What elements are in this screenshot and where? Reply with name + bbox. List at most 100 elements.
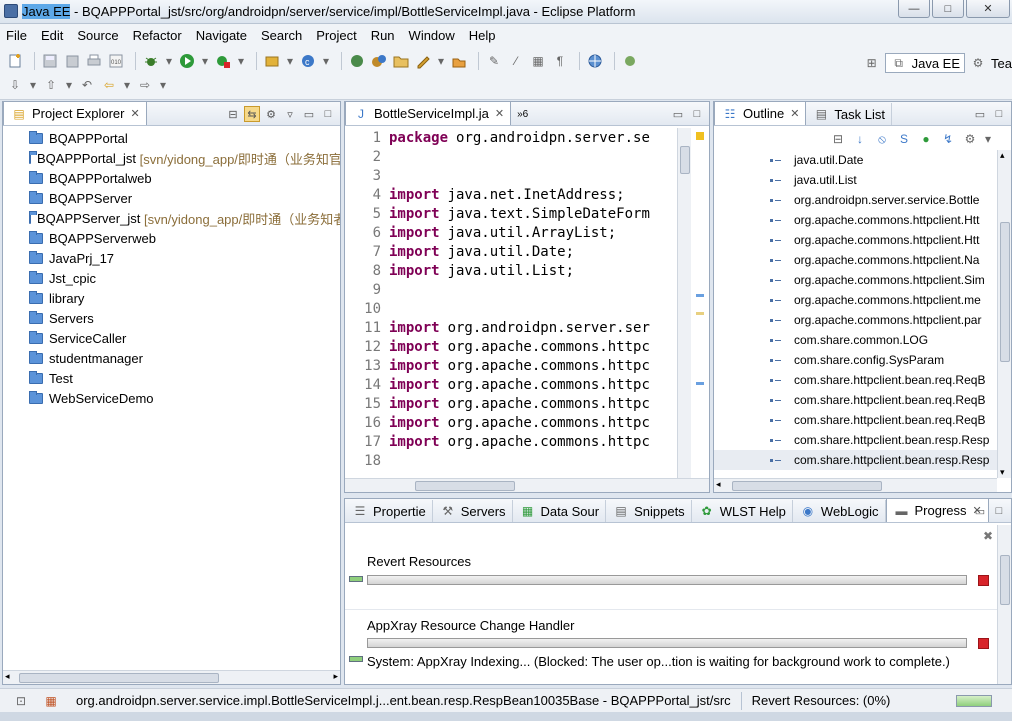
outline-import-item[interactable]: com.share.httpclient.bean.resp.Resp [714, 430, 997, 450]
scroll-thumb[interactable] [19, 673, 219, 683]
code-line[interactable]: 4 import java.net.InetAddress; [345, 185, 709, 204]
new-server-icon[interactable] [263, 52, 281, 70]
tab-task-list[interactable]: ▤ Task List [806, 103, 892, 125]
globe-icon[interactable] [586, 52, 604, 70]
tree-item[interactable]: BQAPPPortalweb [3, 168, 340, 188]
outline-vertical-scrollbar[interactable]: ▴ ▾ [997, 150, 1011, 478]
warning-marker[interactable] [696, 132, 704, 140]
code-editor[interactable]: 1 package org.androidpn.server.se 2 3 4 import… [345, 128, 709, 470]
menu-file[interactable]: File [6, 28, 27, 43]
outline-import-item[interactable]: org.apache.commons.httpclient.Htt [714, 210, 997, 230]
annotation-icon[interactable]: ✎ [485, 52, 503, 70]
tab-project-explorer[interactable]: ▤ Project Explorer ✕ [3, 101, 147, 125]
progress-vertical-scrollbar[interactable] [997, 525, 1011, 684]
outline-import-item[interactable]: java.util.List [714, 170, 997, 190]
close-icon[interactable]: ✕ [790, 107, 799, 120]
new-java-class-icon[interactable]: c [299, 52, 317, 70]
occurrence-marker[interactable] [696, 382, 704, 385]
code-line[interactable]: 14 import org.apache.commons.httpc [345, 375, 709, 394]
chevron-down-icon[interactable]: ▾ [321, 52, 331, 70]
save-icon[interactable] [41, 52, 59, 70]
fast-view-icon[interactable]: ⊡ [12, 692, 30, 710]
menu-help[interactable]: Help [469, 28, 496, 43]
outline-import-item[interactable]: com.share.httpclient.bean.resp.Resp [714, 450, 997, 470]
minimize-icon[interactable]: ▭ [972, 503, 988, 519]
tree-item[interactable]: BQAPPPortal_jst [svn/yidong_app/即时通（业务知官 [3, 148, 340, 168]
tab-editor-file[interactable]: J BottleServiceImpl.ja ✕ [345, 101, 512, 125]
maximize-icon[interactable]: □ [320, 106, 336, 122]
code-line[interactable]: 3 [345, 166, 709, 185]
code-line[interactable]: 16 import org.apache.commons.httpc [345, 413, 709, 432]
scroll-up-icon[interactable]: ▴ [1000, 150, 1005, 161]
new-icon[interactable] [6, 52, 24, 70]
run-icon[interactable] [178, 52, 196, 70]
view-menu-icon[interactable]: ⚙ [961, 130, 979, 148]
menu-window[interactable]: Window [409, 28, 455, 43]
chevron-down-icon[interactable]: ▾ [64, 76, 74, 94]
last-edit-icon[interactable]: ↶ [78, 76, 96, 94]
outline-import-item[interactable]: org.apache.commons.httpclient.par [714, 310, 997, 330]
scroll-thumb[interactable] [732, 481, 882, 491]
show-whitespace-icon[interactable]: ¶ [551, 52, 569, 70]
scroll-down-icon[interactable]: ▾ [1000, 467, 1005, 478]
code-line[interactable]: 17 import org.apache.commons.httpc [345, 432, 709, 451]
tab-weblogic[interactable]: ◉ WebLogic [793, 500, 886, 522]
outline-import-item[interactable]: com.share.httpclient.bean.req.ReqB [714, 390, 997, 410]
outline-import-item[interactable]: org.apache.commons.httpclient.Sim [714, 270, 997, 290]
search-icon[interactable] [450, 52, 468, 70]
open-folder-icon[interactable] [392, 52, 410, 70]
menu-run[interactable]: Run [371, 28, 395, 43]
chevron-down-icon[interactable]: ▾ [236, 52, 246, 70]
outline-import-item[interactable]: com.share.config.SysParam [714, 350, 997, 370]
next-annotation-icon[interactable]: ⇩ [6, 76, 24, 94]
code-line[interactable]: 8 import java.util.List; [345, 261, 709, 280]
stop-icon[interactable] [978, 575, 989, 586]
horizontal-scrollbar[interactable]: ◂ [714, 478, 997, 492]
scroll-right-icon[interactable]: ▸ [333, 671, 338, 682]
chevron-down-icon[interactable]: ▾ [158, 76, 168, 94]
menu-search[interactable]: Search [261, 28, 302, 43]
tree-item[interactable]: studentmanager [3, 348, 340, 368]
outline-import-item[interactable]: org.apache.commons.httpclient.Na [714, 250, 997, 270]
tab-properties[interactable]: ☰ Propertie [345, 500, 433, 522]
menu-refactor[interactable]: Refactor [133, 28, 182, 43]
scroll-thumb[interactable] [415, 481, 515, 491]
chevron-down-icon[interactable]: ▾ [285, 52, 295, 70]
view-menu-icon[interactable]: ▿ [282, 106, 298, 122]
minimize-icon[interactable]: ▭ [670, 106, 686, 122]
outline-import-item[interactable]: com.share.httpclient.bean.req.ReqB [714, 370, 997, 390]
tab-data-source[interactable]: ▦ Data Sour [513, 500, 607, 522]
external-tools-icon[interactable] [214, 52, 232, 70]
forward-icon[interactable]: ⇨ [136, 76, 154, 94]
code-line[interactable]: 1 package org.androidpn.server.se [345, 128, 709, 147]
tree-item[interactable]: BQAPPServer_jst [svn/yidong_app/即时通（业务知者 [3, 208, 340, 228]
outline-import-item[interactable]: org.apache.commons.httpclient.Htt [714, 230, 997, 250]
hide-local-types-icon[interactable]: ↯ [939, 130, 957, 148]
minimize-button[interactable]: — [898, 0, 930, 18]
tree-item[interactable]: ServiceCaller [3, 328, 340, 348]
maximize-button[interactable]: □ [932, 0, 964, 18]
chevron-down-icon[interactable]: ▾ [164, 52, 174, 70]
code-line[interactable]: 13 import org.apache.commons.httpc [345, 356, 709, 375]
print-icon[interactable] [85, 52, 103, 70]
prev-annotation-icon[interactable]: ⇧ [42, 76, 60, 94]
tab-outline[interactable]: ☷ Outline ✕ [714, 101, 807, 125]
scroll-left-icon[interactable]: ◂ [5, 671, 10, 682]
close-icon[interactable]: ✕ [130, 107, 139, 120]
tree-item[interactable]: JavaPrj_17 [3, 248, 340, 268]
open-perspective-icon[interactable]: ⊞ [863, 54, 881, 72]
maximize-icon[interactable]: □ [991, 503, 1007, 519]
open-type-icon[interactable] [348, 52, 366, 70]
hide-fields-icon[interactable]: ⦸ [873, 130, 891, 148]
menu-edit[interactable]: Edit [41, 28, 63, 43]
tree-item[interactable]: BQAPPServerweb [3, 228, 340, 248]
stop-icon[interactable] [978, 638, 989, 649]
outline-import-item[interactable]: java.util.Date [714, 150, 997, 170]
status-job[interactable]: Revert Resources: (0%) [752, 693, 891, 708]
outline-import-item[interactable]: com.share.httpclient.bean.req.ReqB [714, 410, 997, 430]
scroll-left-icon[interactable]: ◂ [716, 479, 721, 490]
task-marker[interactable] [696, 312, 704, 315]
hide-nonpublic-icon[interactable]: ● [917, 130, 935, 148]
minimize-icon[interactable]: ▭ [972, 106, 988, 122]
back-icon[interactable]: ⇦ [100, 76, 118, 94]
